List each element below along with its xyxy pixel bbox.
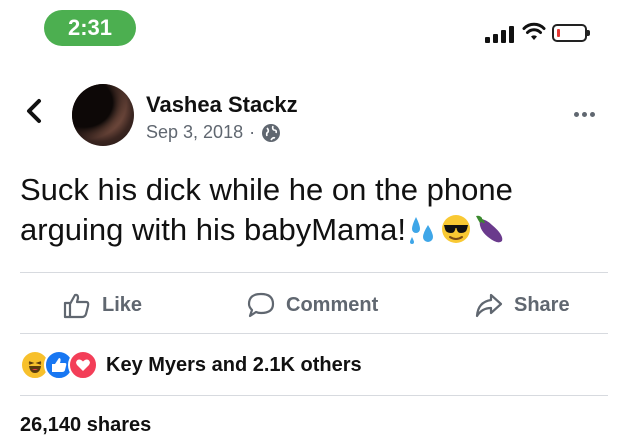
share-arrow-icon [475,293,503,318]
post-emojis [406,213,508,245]
comment-label: Comment [286,293,379,316]
comment-icon [247,292,275,318]
divider-bottom [20,395,608,396]
post-date[interactable]: Sep 3, 2018 [146,122,243,143]
share-button[interactable]: Share [474,290,570,320]
reactions-summary[interactable]: Key Myers and 2.1K others [20,350,362,380]
share-label: Share [514,293,570,316]
wifi-icon [522,22,546,40]
post-meta: Sep 3, 2018 · [146,122,281,143]
comment-button[interactable]: Comment [246,290,378,320]
eggplant-emoji [475,215,503,243]
more-options-icon[interactable] [574,112,595,117]
reactions-text: Key Myers and 2.1K others [106,353,362,376]
status-time: 2:31 [44,10,136,46]
post-actions: Like Comment Share [0,284,627,324]
like-button[interactable]: Like [62,290,142,320]
divider-middle [20,333,608,334]
sunglasses-emoji [441,214,470,243]
shares-count[interactable]: 26,140 shares [20,414,151,437]
thumbs-up-icon [63,293,90,319]
meta-separator: · [249,122,256,142]
love-reaction-icon [68,350,98,380]
status-bar: 2:31 [0,0,627,50]
battery-low-icon [552,24,590,42]
divider-top [20,272,608,273]
globe-icon [262,123,281,142]
like-label: Like [102,293,143,316]
avatar[interactable] [72,84,134,146]
back-arrow-icon[interactable] [20,96,50,126]
post-header: Vashea Stackz Sep 3, 2018 · [0,82,627,152]
author-name[interactable]: Vashea Stackz [146,92,298,118]
sweat-droplets-emoji [409,216,433,244]
cellular-signal-icon [485,25,514,43]
post-text: Suck his dick while he on the phone argu… [20,170,610,250]
